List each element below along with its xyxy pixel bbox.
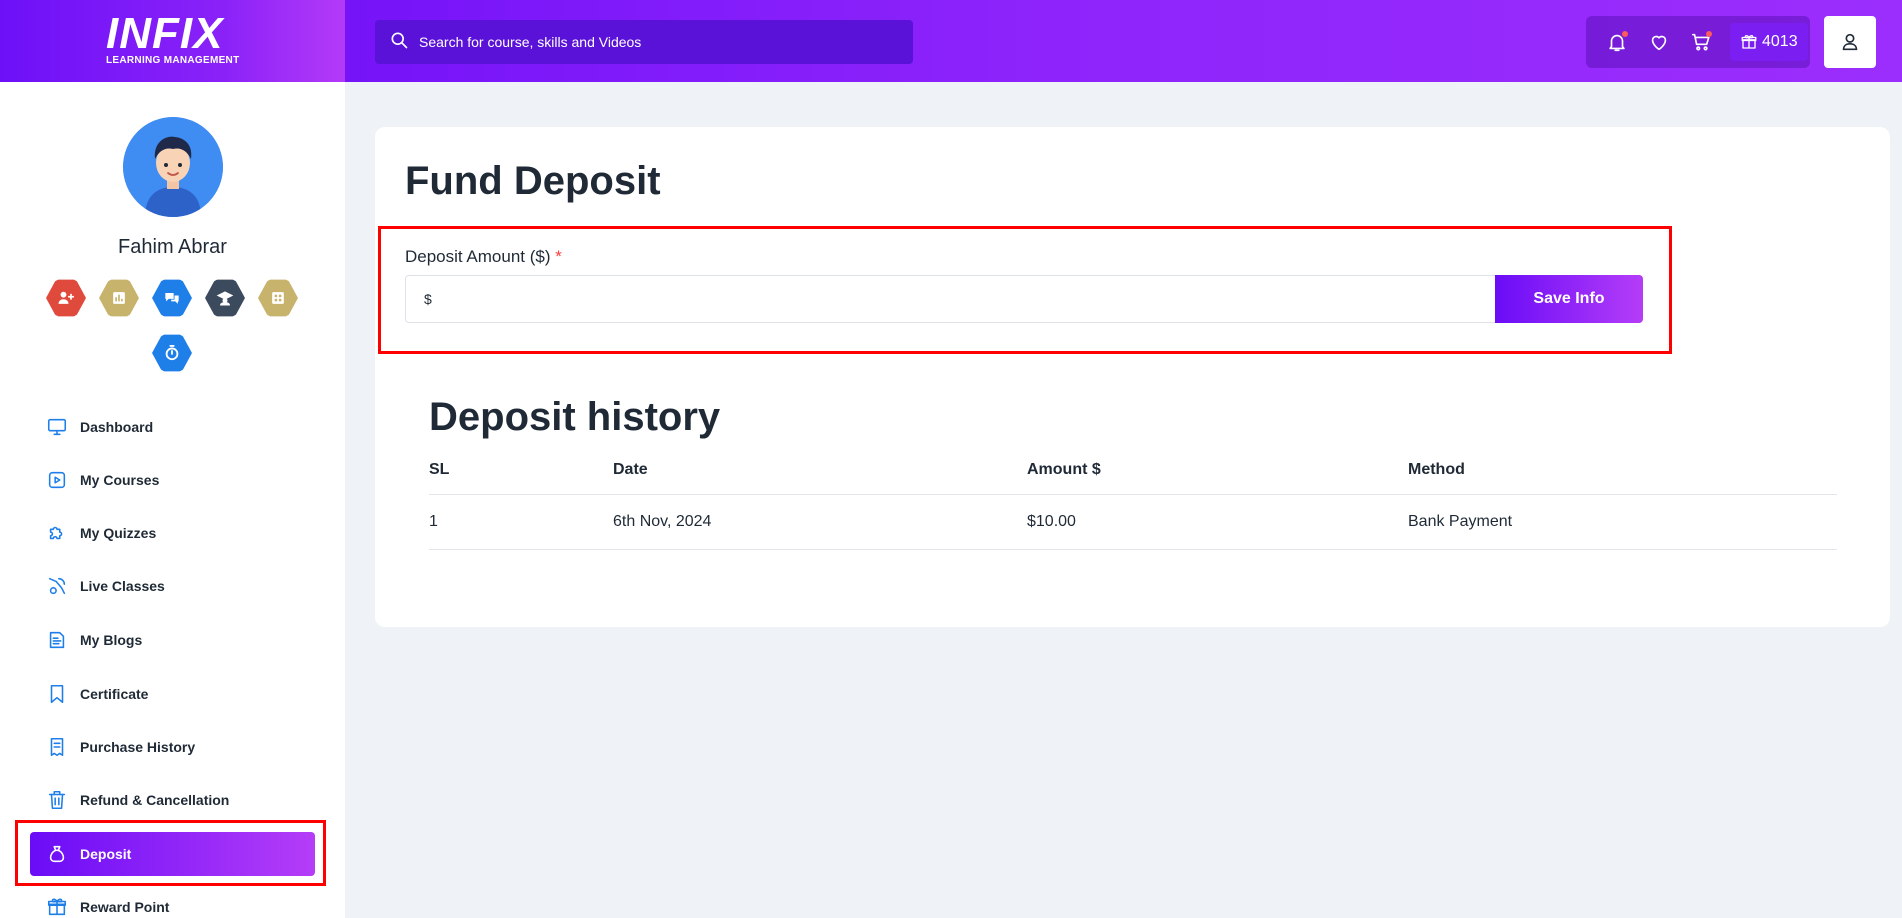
live-icon — [48, 577, 66, 595]
fund-deposit-card: Fund Deposit Deposit Amount ($) * $ Save… — [375, 127, 1890, 627]
table-cell-amount: $10.00 — [1027, 513, 1076, 530]
required-mark: * — [555, 247, 562, 266]
user-icon — [1842, 33, 1858, 51]
top-bar: INFIX LEARNING MANAGEMENT Search for cou… — [0, 0, 1902, 82]
deposit-amount-field[interactable]: $ — [405, 275, 1495, 323]
badge-user-plus[interactable] — [46, 279, 86, 317]
sidebar-item-reward-point[interactable]: Reward Point — [30, 885, 315, 918]
table-cell-date: 6th Nov, 2024 — [613, 513, 712, 530]
points-badge[interactable]: 4013 — [1730, 23, 1808, 61]
badge-chart[interactable] — [99, 279, 139, 317]
sidebar-item-label: Deposit — [80, 846, 132, 862]
heart-icon — [1651, 35, 1667, 51]
logo-subtitle: LEARNING MANAGEMENT — [106, 55, 240, 66]
chat-icon — [165, 293, 179, 304]
table-cell-sl: 1 — [429, 513, 438, 530]
sidebar-item-label: Certificate — [80, 686, 149, 702]
money-bag-icon — [49, 845, 65, 863]
user-menu-button[interactable] — [1824, 16, 1876, 68]
deposit-amount-label-text: Deposit Amount ($) — [405, 247, 551, 266]
sidebar-item-my-blogs[interactable]: My Blogs — [30, 618, 315, 662]
row-divider — [429, 549, 1837, 550]
avatar[interactable] — [123, 117, 223, 217]
chart-icon — [113, 292, 125, 304]
table-cell-method: Bank Payment — [1408, 513, 1513, 530]
monitor-icon — [47, 418, 67, 436]
sidebar: Fahim Abrar Dashboard My Courses My Quiz… — [0, 82, 345, 918]
deposit-amount-input[interactable] — [435, 291, 1476, 307]
header-divider — [429, 494, 1837, 495]
timer-icon — [165, 345, 179, 361]
notification-dot — [1622, 31, 1628, 37]
column-header-amount: Amount $ — [1027, 461, 1101, 478]
deposit-history-title: Deposit history — [429, 395, 721, 439]
gift-icon — [47, 898, 67, 916]
logo-text: INFIX — [106, 9, 224, 58]
logo[interactable]: INFIX LEARNING MANAGEMENT — [106, 9, 246, 70]
page: INFIX LEARNING MANAGEMENT Search for cou… — [0, 0, 1902, 918]
deposit-amount-label: Deposit Amount ($) * — [405, 247, 562, 267]
currency-prefix: $ — [424, 291, 432, 307]
grid-icon — [272, 292, 284, 304]
column-header-method: Method — [1408, 461, 1465, 478]
graduate-icon — [216, 291, 234, 306]
badge-grid[interactable] — [258, 279, 298, 317]
points-value: 4013 — [1762, 33, 1798, 50]
puzzle-icon — [49, 526, 63, 540]
sidebar-item-refund[interactable]: Refund & Cancellation — [30, 778, 315, 822]
notification-button[interactable] — [1604, 29, 1630, 55]
sidebar-item-live-classes[interactable]: Live Classes — [30, 564, 315, 608]
badge-chat[interactable] — [152, 279, 192, 317]
search-input[interactable] — [419, 34, 899, 50]
page-title: Fund Deposit — [405, 159, 661, 203]
receipt-icon — [50, 737, 64, 757]
wishlist-button[interactable] — [1646, 29, 1672, 55]
sidebar-item-deposit[interactable]: Deposit — [30, 832, 315, 876]
logo-area: INFIX LEARNING MANAGEMENT — [0, 0, 345, 82]
badge-timer[interactable] — [152, 334, 192, 372]
header-actions: 4013 — [1586, 16, 1810, 68]
sidebar-item-label: My Quizzes — [80, 525, 157, 541]
cart-dot — [1706, 31, 1712, 37]
sidebar-item-label: My Blogs — [80, 632, 143, 648]
sidebar-item-dashboard[interactable]: Dashboard — [30, 405, 315, 449]
badge-graduate[interactable] — [205, 279, 245, 317]
search-icon — [389, 30, 409, 55]
sidebar-item-label: Purchase History — [80, 739, 196, 755]
sidebar-item-my-quizzes[interactable]: My Quizzes — [30, 511, 315, 555]
user-plus-icon — [58, 291, 74, 304]
search-bar — [375, 20, 913, 64]
user-name: Fahim Abrar — [118, 236, 227, 258]
blog-icon — [49, 631, 65, 649]
sidebar-item-label: Refund & Cancellation — [80, 792, 230, 808]
gift-icon — [1741, 35, 1757, 49]
column-header-date: Date — [613, 461, 648, 478]
sidebar-item-label: Reward Point — [80, 899, 170, 915]
cart-button[interactable] — [1688, 29, 1714, 55]
trash-icon — [48, 790, 66, 810]
sidebar-item-label: My Courses — [80, 472, 160, 488]
bookmark-icon — [50, 684, 64, 704]
sidebar-item-certificate[interactable]: Certificate — [30, 672, 315, 716]
sidebar-item-label: Dashboard — [80, 419, 154, 435]
column-header-sl: SL — [429, 461, 450, 478]
save-info-button[interactable]: Save Info — [1495, 275, 1643, 323]
sidebar-item-my-courses[interactable]: My Courses — [30, 458, 315, 502]
sidebar-item-purchase-history[interactable]: Purchase History — [30, 725, 315, 769]
play-icon — [48, 471, 66, 489]
sidebar-item-label: Live Classes — [80, 578, 165, 594]
